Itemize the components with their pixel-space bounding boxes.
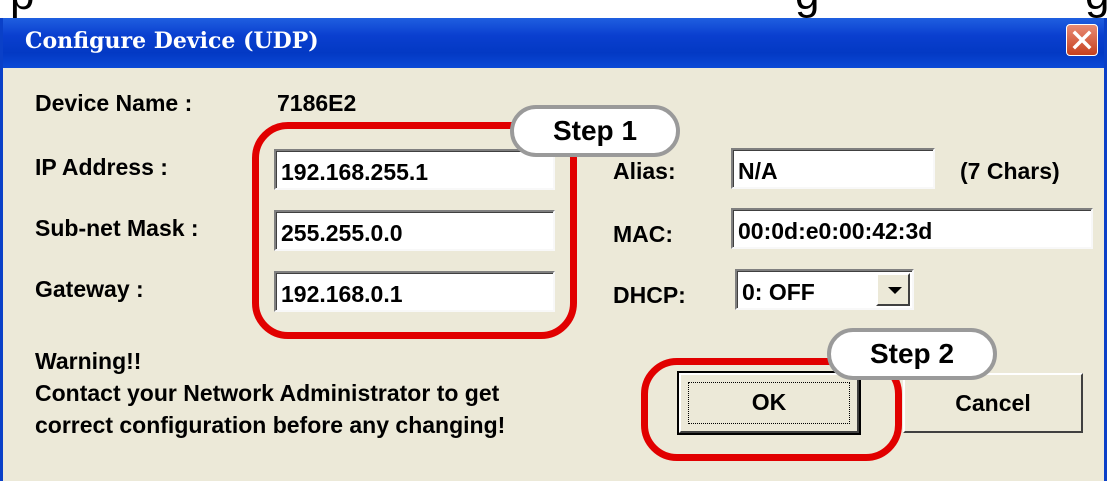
chevron-down-icon[interactable] [876,273,910,306]
step2-callout: Step 2 [827,328,997,380]
warning-line-1: Contact your Network Administrator to ge… [35,380,500,406]
alias-label: Alias: [613,158,676,184]
alias-field[interactable]: N/A [731,148,935,189]
warning-title: Warning!! [35,348,142,374]
mac-field[interactable]: 00:0d:e0:00:42:3d [731,208,1093,249]
cancel-button-label: Cancel [955,390,1031,416]
step1-callout: Step 1 [510,105,680,157]
alias-hint: (7 Chars) [960,158,1060,184]
window-title: Configure Device (UDP) [25,28,319,54]
title-bar: Configure Device (UDP) [3,18,1104,68]
ip-address-label: IP Address : [35,154,168,180]
subnet-mask-label: Sub-net Mask : [35,215,199,241]
close-button[interactable] [1066,24,1098,56]
device-name-label: Device Name : [35,90,193,116]
background-text-strip: p g g [0,0,1107,20]
gateway-label: Gateway : [35,276,144,302]
dhcp-selected-value: 0: OFF [742,279,815,305]
close-icon [1072,30,1092,50]
mac-label: MAC: [613,221,674,247]
device-name-value: 7186E2 [277,90,357,116]
warning-line-2: correct configuration before any changin… [35,412,506,438]
dhcp-label: DHCP: [613,282,686,308]
cancel-button[interactable]: Cancel [903,373,1083,433]
dhcp-select[interactable]: 0: OFF [735,269,914,310]
